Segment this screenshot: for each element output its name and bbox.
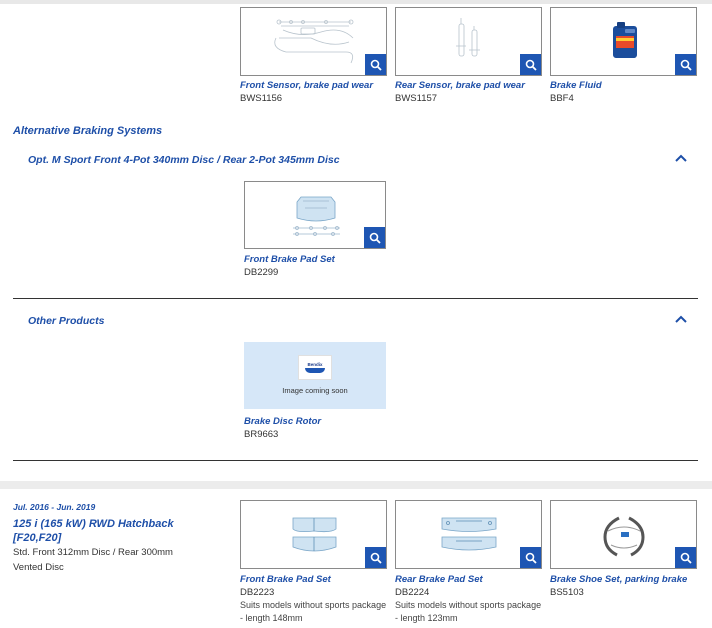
section-heading: Alternative Braking Systems: [13, 125, 163, 137]
accordion-header[interactable]: Opt. M Sport Front 4-Pot 340mm Disc / Re…: [28, 154, 340, 166]
section-separator: [0, 481, 712, 489]
product-title[interactable]: Front Brake Pad Set: [240, 574, 331, 585]
product-code: BWS1156: [240, 93, 283, 104]
image-placeholder-text: Image coming soon: [282, 386, 348, 395]
magnifier-icon: [370, 552, 382, 564]
magnifier-icon: [525, 552, 537, 564]
vehicle-spec: Std. Front 312mm Disc / Rear 300mm: [13, 547, 173, 558]
product-code: DB2299: [244, 267, 279, 278]
product-title[interactable]: Front Sensor, brake pad wear: [240, 80, 373, 91]
product-code: BR9663: [244, 429, 279, 440]
magnifier-icon: [370, 59, 382, 71]
magnifier-icon: [525, 59, 537, 71]
zoom-button[interactable]: [520, 54, 541, 75]
zoom-button[interactable]: [675, 547, 696, 568]
date-range: Jul. 2016 - Jun. 2019: [13, 502, 96, 512]
product-card-brake-shoe-set[interactable]: [550, 500, 697, 569]
zoom-button[interactable]: [364, 227, 385, 248]
product-card-front-brake-pad[interactable]: [244, 181, 386, 249]
product-note: Suits models without sports package - le…: [395, 600, 542, 623]
product-code: DB2223: [240, 587, 275, 598]
divider: [13, 298, 698, 299]
vehicle-spec: Vented Disc: [13, 562, 64, 573]
product-code: BS5103: [550, 587, 584, 598]
chevron-up-icon[interactable]: [675, 154, 687, 162]
product-card-rear-brake-pad[interactable]: [395, 500, 542, 569]
product-code: BBF4: [550, 93, 574, 104]
product-code: BWS1157: [395, 93, 438, 104]
product-note: Suits models without sports package - le…: [240, 600, 387, 623]
product-code: DB2224: [395, 587, 430, 598]
product-title[interactable]: Rear Sensor, brake pad wear: [395, 80, 525, 91]
product-title[interactable]: Rear Brake Pad Set: [395, 574, 483, 585]
product-card-front-sensor[interactable]: [240, 7, 387, 76]
vehicle-name: 125 i (165 kW) RWD Hatchback [F20,F20]: [13, 518, 174, 544]
zoom-button[interactable]: [365, 547, 386, 568]
magnifier-icon: [369, 232, 381, 244]
product-card-brake-fluid[interactable]: [550, 7, 697, 76]
product-card-brake-disc-rotor[interactable]: Bendix Image coming soon: [244, 342, 386, 409]
top-scroll-edge: [0, 0, 712, 4]
zoom-button[interactable]: [675, 54, 696, 75]
product-title[interactable]: Brake Shoe Set, parking brake: [550, 574, 687, 585]
product-card-front-brake-pad[interactable]: [240, 500, 387, 569]
divider: [13, 460, 698, 461]
magnifier-icon: [680, 59, 692, 71]
product-card-rear-sensor[interactable]: [395, 7, 542, 76]
product-title[interactable]: Brake Fluid: [550, 80, 602, 91]
zoom-button[interactable]: [365, 54, 386, 75]
magnifier-icon: [680, 552, 692, 564]
brand-logo: Bendix: [298, 355, 332, 380]
chevron-up-icon[interactable]: [675, 315, 687, 323]
product-title[interactable]: Front Brake Pad Set: [244, 254, 335, 265]
accordion-header[interactable]: Other Products: [28, 315, 104, 327]
zoom-button[interactable]: [520, 547, 541, 568]
product-title[interactable]: Brake Disc Rotor: [244, 416, 321, 427]
